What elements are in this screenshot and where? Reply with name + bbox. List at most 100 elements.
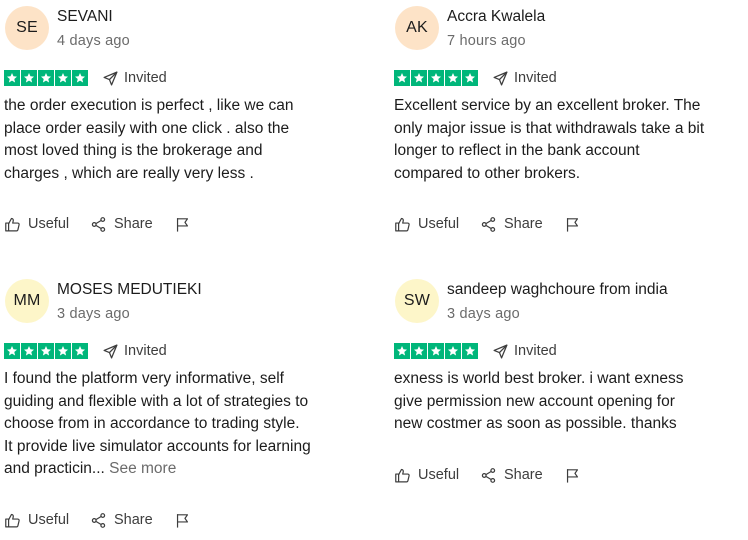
review-header: MM MOSES MEDUTIEKI 3 days ago [4, 273, 354, 323]
report-button[interactable] [564, 216, 588, 233]
invited-label: Invited [514, 70, 557, 86]
star-icon [38, 343, 54, 359]
invited-badge[interactable]: Invited [492, 343, 557, 360]
star-rating [4, 343, 88, 359]
send-icon [493, 343, 508, 359]
avatar[interactable]: AK [395, 6, 439, 50]
share-button[interactable]: Share [90, 216, 174, 233]
review-text: exness is world best broker. i want exne… [394, 368, 739, 436]
review-text-line: give permission new account opening for [394, 392, 675, 410]
reviewer-name[interactable]: sandeep waghchoure from india [447, 281, 668, 299]
review-text-line: choose from in accordance to trading sty… [4, 415, 300, 433]
review-text-line: I found the platform very informative, s… [4, 370, 284, 387]
invited-badge[interactable]: Invited [102, 343, 167, 360]
review-date: 4 days ago [57, 33, 130, 49]
star-icon [21, 343, 37, 359]
send-icon [103, 343, 118, 359]
review-text-line: only major issue is that withdrawals tak… [394, 119, 705, 137]
useful-label: Useful [418, 216, 460, 232]
review-text-line: compared to other brokers. [394, 164, 581, 182]
useful-label: Useful [28, 216, 70, 232]
review-text-line: new costmer as soon as possible. thanks [394, 415, 677, 433]
report-button[interactable] [174, 216, 198, 233]
avatar[interactable]: SE [5, 6, 49, 50]
star-icon [4, 70, 20, 86]
report-button[interactable] [174, 512, 198, 529]
review-text-line: charges , which are really very less . [4, 164, 254, 182]
review-text-line: and practicin... See more [4, 458, 349, 481]
invited-label: Invited [124, 343, 167, 359]
share-icon [91, 512, 106, 528]
useful-label: Useful [418, 467, 460, 483]
review-actions: Useful Share [4, 214, 198, 234]
share-icon [481, 467, 496, 483]
send-icon [103, 70, 118, 86]
avatar[interactable]: MM [5, 279, 49, 323]
flag-icon [566, 217, 579, 232]
review-text-line: most loved thing is the brokerage and [4, 142, 263, 160]
star-icon [411, 70, 427, 86]
star-icon [462, 343, 478, 359]
review-header: SW sandeep waghchoure from india 3 days … [394, 273, 744, 323]
useful-label: Useful [28, 512, 70, 528]
star-icon [445, 343, 461, 359]
star-icon [428, 70, 444, 86]
rating-row: Invited [4, 69, 167, 87]
review-card: MM MOSES MEDUTIEKI 3 days ago Invited I … [4, 273, 354, 533]
report-button[interactable] [564, 467, 588, 484]
share-button[interactable]: Share [480, 216, 564, 233]
review-text: Excellent service by an excellent broker… [394, 95, 739, 185]
review-date: 3 days ago [57, 306, 130, 322]
star-icon [428, 343, 444, 359]
star-icon [55, 70, 71, 86]
reviewer-name[interactable]: MOSES MEDUTIEKI [57, 281, 202, 299]
thumbs-up-icon [5, 217, 20, 231]
star-icon [462, 70, 478, 86]
invited-badge[interactable]: Invited [492, 70, 557, 87]
star-icon [411, 343, 427, 359]
star-icon [38, 70, 54, 86]
invited-label: Invited [514, 343, 557, 359]
see-more-link[interactable]: See more [109, 460, 176, 477]
rating-row: Invited [4, 342, 167, 360]
invited-badge[interactable]: Invited [102, 70, 167, 87]
review-text-line: longer to reflect in the bank account [394, 142, 640, 160]
review-text-line: exness is world best broker. i want exne… [394, 370, 684, 387]
thumbs-up-icon [395, 468, 410, 482]
share-label: Share [114, 216, 153, 232]
reviewer-name[interactable]: SEVANI [57, 8, 113, 26]
useful-button[interactable]: Useful [4, 512, 90, 529]
useful-button[interactable]: Useful [394, 467, 480, 484]
share-label: Share [504, 467, 543, 483]
flag-icon [566, 468, 579, 483]
share-button[interactable]: Share [90, 512, 174, 529]
review-card: SE SEVANI 4 days ago Invited the order e… [4, 0, 354, 240]
review-actions: Useful Share [394, 214, 588, 234]
avatar[interactable]: SW [395, 279, 439, 323]
review-text-line: Excellent service by an excellent broker… [394, 97, 701, 114]
share-icon [481, 216, 496, 232]
useful-button[interactable]: Useful [394, 216, 480, 233]
review-header: SE SEVANI 4 days ago [4, 0, 354, 50]
review-text: the order execution is perfect , like we… [4, 95, 349, 185]
share-button[interactable]: Share [480, 467, 564, 484]
flag-icon [176, 513, 189, 528]
review-actions: Useful Share [4, 510, 198, 530]
share-label: Share [114, 512, 153, 528]
star-icon [72, 343, 88, 359]
flag-icon [176, 217, 189, 232]
star-rating [394, 70, 478, 86]
star-icon [4, 343, 20, 359]
review-text-line: guiding and flexible with a lot of strat… [4, 392, 309, 410]
thumbs-up-icon [5, 513, 20, 527]
review-text-truncated: and practicin... [4, 460, 105, 478]
review-header: AK Accra Kwalela 7 hours ago [394, 0, 744, 50]
send-icon [493, 70, 508, 86]
useful-button[interactable]: Useful [4, 216, 90, 233]
star-icon [21, 70, 37, 86]
review-card: SW sandeep waghchoure from india 3 days … [394, 273, 744, 493]
review-actions: Useful Share [394, 465, 588, 485]
review-card: AK Accra Kwalela 7 hours ago Invited Exc… [394, 0, 744, 240]
reviewer-name[interactable]: Accra Kwalela [447, 8, 545, 26]
review-date: 3 days ago [447, 306, 520, 322]
